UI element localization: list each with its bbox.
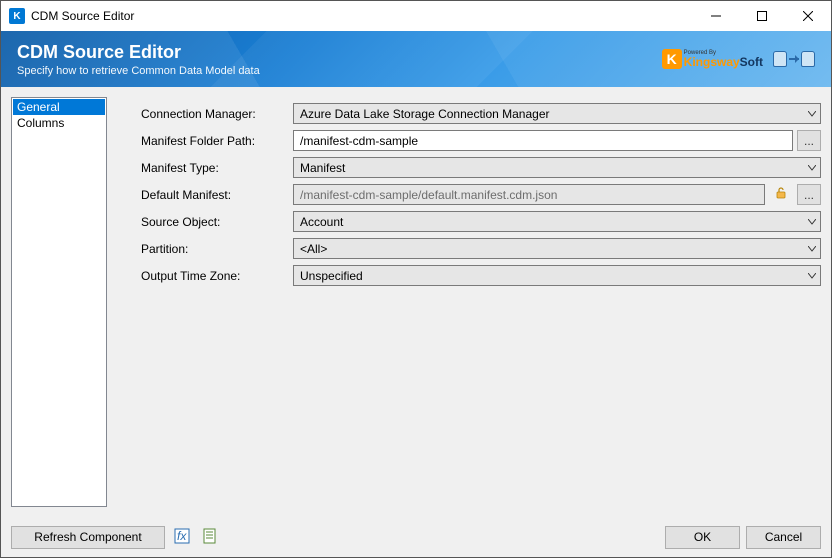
documentation-button[interactable] [199,526,221,548]
banner-logo: K Powered By KingswaySoft [662,49,815,69]
source-object-label: Source Object: [141,215,293,229]
source-object-combo[interactable]: Account [293,211,821,232]
manifest-type-label: Manifest Type: [141,161,293,175]
content-area: General Columns Connection Manager: Azur… [1,87,831,517]
banner-text: CDM Source Editor Specify how to retriev… [17,42,260,77]
refresh-component-button[interactable]: Refresh Component [11,526,165,549]
form-area: Connection Manager: Azure Data Lake Stor… [117,97,821,507]
logo-k-icon: K [662,49,682,69]
combo-value: <All> [300,242,327,256]
combo-value: Azure Data Lake Storage Connection Manag… [300,107,550,121]
chevron-down-icon [808,111,816,117]
combo-value: Manifest [300,161,345,175]
manifest-folder-browse-button[interactable]: ... [797,130,821,151]
banner-subheading: Specify how to retrieve Common Data Mode… [17,65,260,77]
chevron-down-icon [808,165,816,171]
manifest-folder-path-input[interactable]: /manifest-cdm-sample [293,130,793,151]
minimize-button[interactable] [693,1,739,31]
close-button[interactable] [785,1,831,31]
sidebar: General Columns [11,97,107,507]
cancel-button[interactable]: Cancel [746,526,821,549]
default-manifest-lock-button[interactable] [769,184,793,205]
titlebar: K CDM Source Editor [1,1,831,31]
default-manifest-browse-button[interactable]: ... [797,184,821,205]
default-manifest-label: Default Manifest: [141,188,293,202]
doc-icon [202,528,218,547]
partition-combo[interactable]: <All> [293,238,821,259]
default-manifest-input: /manifest-cdm-sample/default.manifest.cd… [293,184,765,205]
sidebar-item-columns[interactable]: Columns [13,115,105,131]
input-value: /manifest-cdm-sample [300,134,418,148]
maximize-button[interactable] [739,1,785,31]
input-value: /manifest-cdm-sample/default.manifest.cd… [300,188,557,202]
lock-icon [774,186,788,203]
app-icon: K [9,8,25,24]
sidebar-item-label: Columns [17,116,64,130]
dataflow-icon [773,51,815,67]
combo-value: Account [300,215,343,229]
fx-icon: fx [174,528,190,547]
sidebar-item-general[interactable]: General [13,99,105,115]
window-controls [693,1,831,31]
footer: Refresh Component fx OK Cancel [1,517,831,557]
connection-manager-label: Connection Manager: [141,107,293,121]
window-title: CDM Source Editor [31,9,693,23]
partition-label: Partition: [141,242,293,256]
output-time-zone-combo[interactable]: Unspecified [293,265,821,286]
manifest-folder-path-label: Manifest Folder Path: [141,134,293,148]
combo-value: Unspecified [300,269,363,283]
svg-text:fx: fx [177,529,187,543]
banner-heading: CDM Source Editor [17,42,260,63]
expression-editor-button[interactable]: fx [171,526,193,548]
connection-manager-combo[interactable]: Azure Data Lake Storage Connection Manag… [293,103,821,124]
chevron-down-icon [808,273,816,279]
sidebar-item-label: General [17,100,60,114]
output-time-zone-label: Output Time Zone: [141,269,293,283]
banner: CDM Source Editor Specify how to retriev… [1,31,831,87]
manifest-type-combo[interactable]: Manifest [293,157,821,178]
ok-button[interactable]: OK [665,526,740,549]
kingswaysoft-logo: K Powered By KingswaySoft [662,49,763,69]
chevron-down-icon [808,219,816,225]
chevron-down-icon [808,246,816,252]
